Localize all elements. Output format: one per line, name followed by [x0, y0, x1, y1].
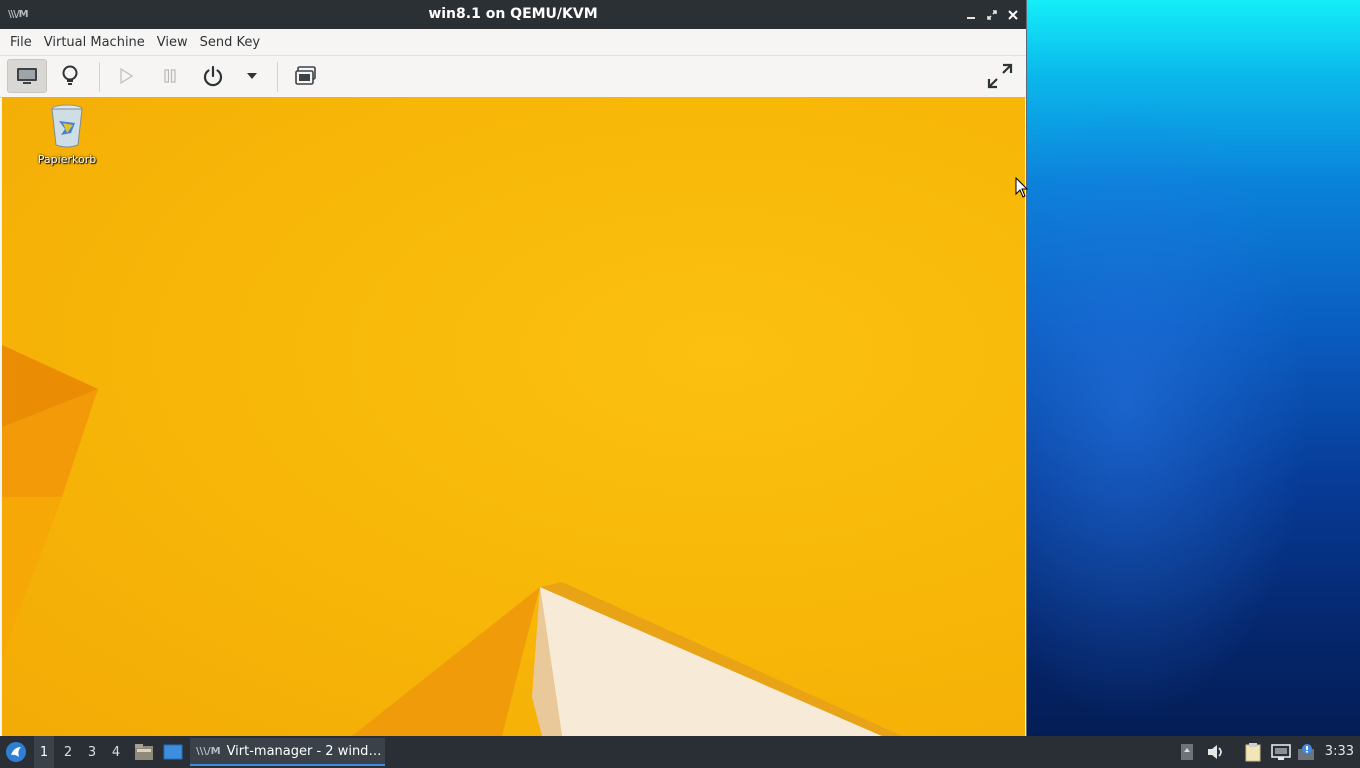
recycle-bin-icon [51, 104, 83, 148]
desktop-icon-recycle-bin[interactable]: Papierkorb [32, 103, 102, 166]
clock[interactable]: 3:33 [1325, 744, 1354, 759]
maximize-icon[interactable] [984, 6, 999, 23]
power-icon [203, 65, 223, 87]
clipboard-icon [1245, 743, 1261, 762]
task-label: Virt-manager - 2 wind… [226, 743, 382, 759]
minimize-icon[interactable] [963, 6, 978, 23]
tray-show-hidden[interactable] [1178, 736, 1196, 768]
taskbar: 1 2 3 4 \\\/M Virt-manager - 2 wind… 3:3… [0, 736, 1360, 768]
network-icon [1271, 744, 1291, 760]
power-dropdown-button[interactable] [232, 59, 272, 93]
lxqt-logo-icon [6, 742, 26, 762]
show-desktop-button[interactable] [162, 736, 184, 768]
workspace-1[interactable]: 1 [34, 736, 54, 768]
fullscreen-icon [987, 63, 1013, 89]
snapshot-icon [295, 66, 316, 85]
network-tray[interactable] [1270, 736, 1292, 768]
console-icon [17, 68, 37, 84]
menu-view[interactable]: View [151, 35, 194, 50]
clipboard-tray[interactable] [1242, 736, 1264, 768]
tray-arrow-up-icon [1181, 744, 1193, 760]
file-manager-launcher[interactable] [132, 736, 156, 768]
workspace-3[interactable]: 3 [82, 736, 102, 768]
workspace-4[interactable]: 4 [106, 736, 126, 768]
desktop-icon [163, 744, 183, 760]
guest-display[interactable]: Papierkorb [2, 97, 1025, 736]
host-desktop-background [1027, 0, 1360, 736]
pause-button[interactable] [150, 59, 190, 93]
snapshot-button[interactable] [286, 59, 326, 93]
task-virt-manager[interactable]: \\\/M Virt-manager - 2 wind… [190, 738, 385, 766]
menu-file[interactable]: File [4, 35, 38, 50]
power-button[interactable] [193, 59, 233, 93]
windows-wallpaper [2, 345, 902, 736]
desktop-icon-label: Papierkorb [37, 153, 97, 166]
speaker-icon [1208, 745, 1222, 759]
details-button[interactable] [50, 59, 90, 93]
workspace-2[interactable]: 2 [58, 736, 78, 768]
close-icon[interactable] [1005, 6, 1020, 23]
notification-tray[interactable] [1296, 736, 1318, 768]
menu-send-key[interactable]: Send Key [194, 35, 266, 50]
run-icon [120, 68, 133, 84]
console-button[interactable] [7, 59, 47, 93]
viewer-toolbar [0, 56, 1026, 98]
info-notification-icon [1298, 744, 1314, 760]
lightbulb-icon [62, 65, 78, 85]
folder-icon [135, 744, 153, 760]
window-title: win8.1 on QEMU/KVM [428, 6, 598, 22]
run-button[interactable] [106, 59, 146, 93]
start-menu-button[interactable] [4, 736, 28, 768]
volume-control[interactable] [1206, 736, 1226, 768]
fullscreen-button[interactable] [980, 59, 1020, 93]
virt-manager-task-icon: \\\/M [196, 745, 221, 757]
menu-bar: File Virtual Machine View Send Key [0, 29, 1026, 56]
window-titlebar[interactable]: \\\/M win8.1 on QEMU/KVM [0, 0, 1026, 29]
vm-viewer-window: \\\/M win8.1 on QEMU/KVM File Virtual Ma… [0, 0, 1027, 736]
mouse-cursor-icon [1015, 177, 1029, 198]
menu-virtual-machine[interactable]: Virtual Machine [38, 35, 151, 50]
chevron-down-icon [247, 73, 257, 79]
pause-icon [164, 69, 176, 83]
